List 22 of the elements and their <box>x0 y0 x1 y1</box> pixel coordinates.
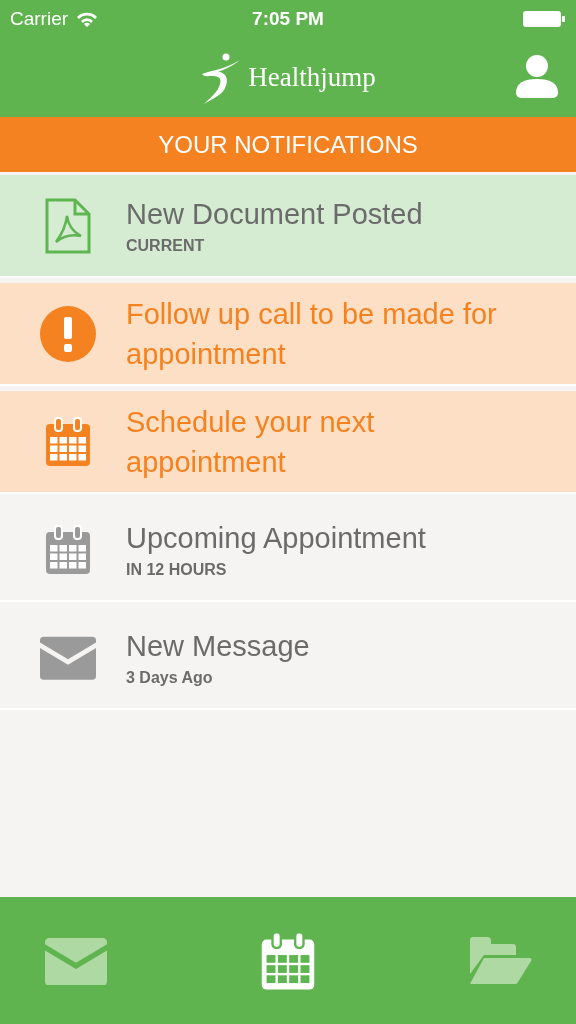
notification-subtitle: CURRENT <box>126 235 206 256</box>
banner-title: YOUR NOTIFICATIONS <box>158 129 418 160</box>
envelope-icon <box>40 635 96 680</box>
exclamation-icon <box>40 305 96 362</box>
folder-icon <box>468 935 532 986</box>
battery-icon <box>522 10 566 28</box>
notification-title: Follow up call to be made for appointment <box>126 296 498 372</box>
app-logo-text: Healthjump <box>248 61 376 95</box>
carrier-label: Carrier <box>10 6 69 31</box>
notification-title: Upcoming Appointment <box>126 520 427 556</box>
envelope-icon <box>45 935 107 986</box>
notification-title: New Document Posted <box>126 196 424 232</box>
profile-button[interactable] <box>516 55 558 99</box>
wifi-icon <box>76 11 99 27</box>
user-icon <box>516 55 558 99</box>
notification-title: Schedule your next appointment <box>126 404 376 480</box>
notification-subtitle: IN 12 HOURS <box>126 559 228 580</box>
notification-item[interactable]: New Document Posted CURRENT <box>0 175 576 278</box>
notification-subtitle: 3 Days Ago <box>126 667 214 688</box>
pdf-document-icon <box>44 197 92 254</box>
clock-time: 7:05 PM <box>252 6 324 31</box>
notification-title: New Message <box>126 628 311 664</box>
